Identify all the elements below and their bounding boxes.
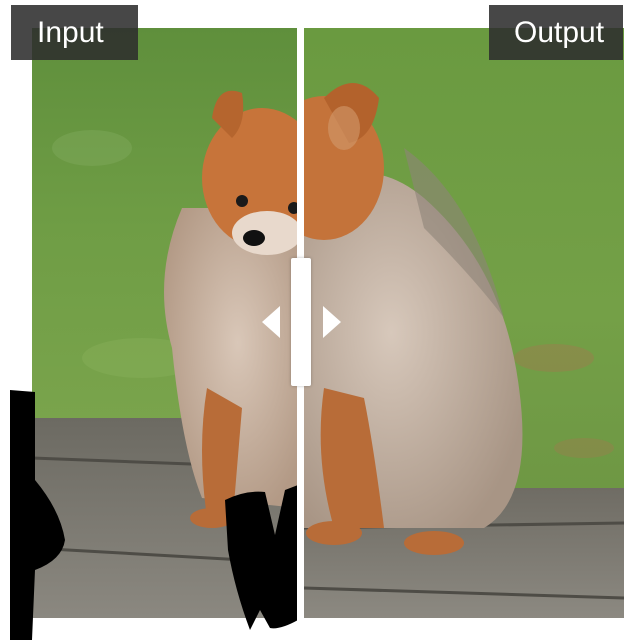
input-label: Input <box>11 5 138 60</box>
left-mask-shape <box>10 390 65 640</box>
triangle-right-icon[interactable] <box>323 306 341 338</box>
comparison-viewer: Input Output <box>0 0 636 640</box>
output-label: Output <box>489 5 623 60</box>
center-mask-shape <box>225 485 298 630</box>
output-image <box>304 28 624 618</box>
triangle-left-icon[interactable] <box>262 306 280 338</box>
slider-handle[interactable] <box>291 258 311 386</box>
